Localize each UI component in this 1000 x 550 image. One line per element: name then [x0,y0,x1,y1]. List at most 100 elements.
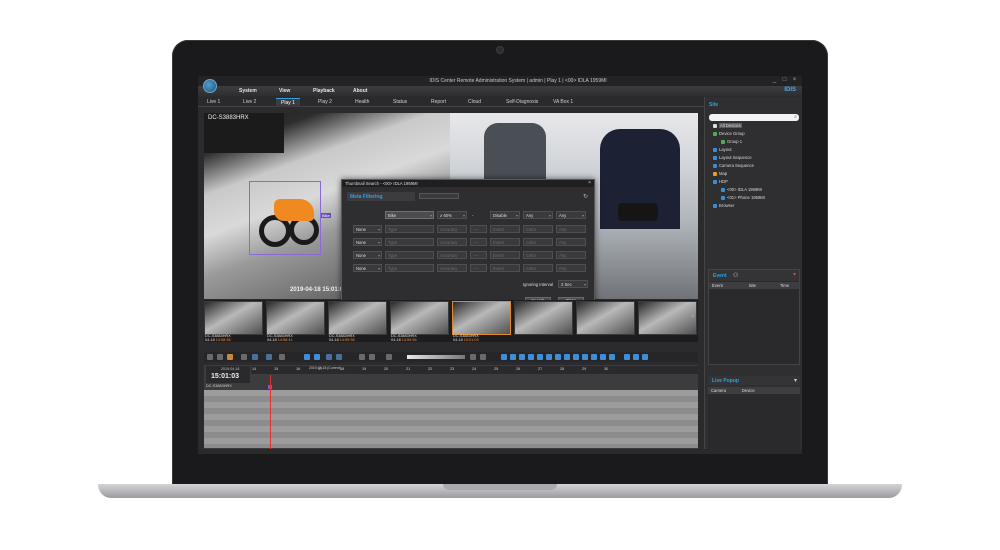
thumbnail[interactable] [328,301,387,335]
color-select-2[interactable]: Any [556,225,586,233]
type-select[interactable]: Type [385,264,434,272]
tab-va-box-1[interactable]: VA Box 1 [548,98,578,107]
tab-live-2[interactable]: Live 2 [238,98,261,107]
tree-item-all-devices[interactable]: All Devices [713,123,742,128]
color-select-2[interactable]: Any [556,264,586,272]
ignoring-interval-select[interactable]: 2 Sec ▾ [558,280,588,288]
tab-self-diagnosis[interactable]: Self-Diagnosis [501,98,543,107]
event-select[interactable]: Disable ▾ [490,211,520,219]
accuracy-select[interactable]: Accuracy [437,251,467,259]
fullscreen-button[interactable] [624,354,630,360]
menu-view[interactable]: View [279,88,290,94]
event-select[interactable]: Event [490,238,520,246]
type-select[interactable]: Bike ▾ [385,211,434,219]
color-select-1[interactable]: Any ▾ [523,211,553,219]
type-select[interactable]: Type [385,251,434,259]
tree-item-hdp[interactable]: HDP [713,179,728,184]
thumbnail[interactable] [390,301,449,335]
toolbar-button[interactable] [207,354,213,360]
accuracy-select[interactable]: Accuracy [437,225,467,233]
color-select-1[interactable]: Color [523,264,553,272]
tab-live-1[interactable]: Live 1 [202,98,225,107]
toolbar-button[interactable] [336,354,342,360]
tab-play-2[interactable]: Play 2 [313,98,337,107]
tree-item-device[interactable]: <01> Phone 1959MI [721,195,765,200]
tree-item-device-group[interactable]: Device Group [713,131,745,136]
maximize-button[interactable]: □ [781,77,788,84]
tab-report[interactable]: Report [426,98,451,107]
layout-button[interactable] [528,354,534,360]
toolbar-button[interactable] [227,354,233,360]
layout-button[interactable] [582,354,588,360]
timeline[interactable]: 2019-04-18 15:01:03 2019-04-18 (Current)… [204,365,698,449]
fast-forward-button[interactable] [480,354,486,360]
event-column[interactable]: Time [777,282,792,289]
layout-button[interactable] [564,354,570,360]
color-select-2[interactable]: Any ▾ [556,211,586,219]
tree-item-browser[interactable]: Browser [713,203,734,208]
chevron-right-icon[interactable]: › [692,314,694,320]
speed-slider[interactable] [407,355,465,359]
layout-button[interactable] [537,354,543,360]
toolbar-button[interactable] [266,354,272,360]
tree-item-device[interactable]: <00> IDLA 1959MI [721,187,762,192]
event-column[interactable]: Event [709,282,726,289]
accuracy-select[interactable]: Accuracy [437,238,467,246]
site-search-input[interactable]: ⌕ [709,114,799,121]
layout-button[interactable] [591,354,597,360]
menu-about[interactable]: About [353,88,367,94]
menu-system[interactable]: System [239,88,257,94]
toolbar-button[interactable] [326,354,332,360]
color-select-2[interactable]: Any [556,238,586,246]
accuracy-select[interactable]: Accuracy [437,264,467,272]
color-select-1[interactable]: Color [523,225,553,233]
close-button[interactable]: × [791,77,798,84]
type-select[interactable]: Type [385,238,434,246]
combine-select[interactable]: None ▾ [353,264,382,272]
event-select[interactable]: Event [490,251,520,259]
toolbar-button[interactable] [304,354,310,360]
dialog-close-icon[interactable]: × [588,180,591,186]
toolbar-button[interactable] [217,354,223,360]
refresh-icon[interactable]: ↻ [583,193,588,200]
menu-playback[interactable]: Playback [313,88,335,94]
layout-button[interactable] [573,354,579,360]
minimize-button[interactable]: _ [771,77,778,84]
thumbnail[interactable] [576,301,635,335]
layout-button[interactable] [501,354,507,360]
meta-filter-combo[interactable] [419,193,459,199]
tree-item-group-1[interactable]: Group 1 [721,139,742,144]
tree-item-layout-sequence[interactable]: Layout Sequence [713,155,752,160]
layout-button[interactable] [600,354,606,360]
popup-column[interactable]: Device [739,387,758,394]
dash-field[interactable]: ---- [470,264,487,272]
dash-field[interactable]: ---- [470,238,487,246]
meta-filtering-section[interactable]: Meta Filtering [347,192,415,201]
toolbar-button[interactable] [241,354,247,360]
event-select[interactable]: Event [490,225,520,233]
thumbnail-selected[interactable] [452,301,511,335]
layout-button[interactable] [519,354,525,360]
dash-field[interactable]: ---- [470,251,487,259]
toolbar-button[interactable] [279,354,285,360]
combine-select[interactable]: None ▾ [353,251,382,259]
color-select-1[interactable]: Color [523,238,553,246]
tab-cloud[interactable]: Cloud [463,98,486,107]
combine-select[interactable]: None ▾ [353,225,382,233]
dash-field[interactable]: ---- [470,225,487,233]
step-back-button[interactable] [369,354,375,360]
event-column[interactable]: Site [746,282,759,289]
thumbnail[interactable] [638,301,697,335]
tree-item-camera-sequence[interactable]: Camera Sequence [713,163,754,168]
color-select-2[interactable]: Any [556,251,586,259]
layout-button[interactable] [609,354,615,360]
tree-item-layout[interactable]: Layout [713,147,732,152]
popup-column[interactable]: Camera [708,387,729,394]
user-icon[interactable]: ⚇ [733,272,738,279]
timeline-ruler[interactable]: 2019-04-18 (Current) 14 15 16 17 18 19 2… [251,366,698,374]
color-select-1[interactable]: Color [523,251,553,259]
type-select[interactable]: Type [385,225,434,233]
chevron-down-icon[interactable]: ▾ [793,271,796,278]
zoom-button[interactable] [633,354,639,360]
tab-health[interactable]: Health [350,98,374,107]
